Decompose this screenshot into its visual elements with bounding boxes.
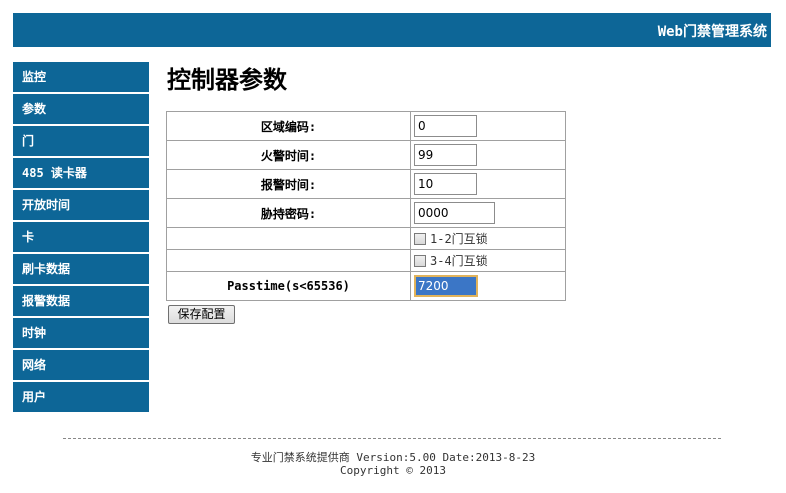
sidebar-item-open-time[interactable]: 开放时间 <box>13 190 149 220</box>
footer-version-text: 专业门禁系统提供商 Version:5.00 Date:2013-8-23 <box>250 451 536 464</box>
page-title: 控制器参数 <box>167 65 287 94</box>
table-row: 报警时间: <box>166 169 566 199</box>
alarm-time-label: 报警时间: <box>166 169 411 199</box>
sidebar-item-485-reader[interactable]: 485 读卡器 <box>13 158 149 188</box>
table-row: 胁持密码: <box>166 198 566 228</box>
interlock-3-4-label: 3-4门互锁 <box>430 254 488 268</box>
footer: 专业门禁系统提供商 Version:5.00 Date:2013-8-23 Co… <box>0 451 786 477</box>
sidebar-item-cards[interactable]: 卡 <box>13 222 149 252</box>
duress-password-label: 胁持密码: <box>166 198 411 228</box>
table-row: 1-2门互锁 <box>166 227 566 250</box>
sidebar-item-swipe-data[interactable]: 刷卡数据 <box>13 254 149 284</box>
save-config-button[interactable]: 保存配置 <box>168 305 235 324</box>
table-row: 区域编码: <box>166 111 566 141</box>
footer-copyright-text: Copyright © 2013 <box>340 464 446 477</box>
area-code-input[interactable] <box>414 115 477 137</box>
interlock-1-2-label: 1-2门互锁 <box>430 232 488 246</box>
interlock-3-4-checkbox[interactable] <box>414 254 426 267</box>
fire-alarm-time-label: 火警时间: <box>166 140 411 170</box>
sidebar-item-parameters[interactable]: 参数 <box>13 94 149 124</box>
passtime-label: Passtime(s<65536) <box>166 271 411 301</box>
interlock-1-2-option[interactable]: 1-2门互锁 <box>414 230 565 247</box>
app-title: Web门禁管理系统 <box>657 24 767 40</box>
sidebar-item-alarm-data[interactable]: 报警数据 <box>13 286 149 316</box>
sidebar-item-doors[interactable]: 门 <box>13 126 149 156</box>
fire-alarm-time-input[interactable] <box>414 144 477 166</box>
duress-password-input[interactable] <box>414 202 495 224</box>
sidebar-item-monitor[interactable]: 监控 <box>13 62 149 92</box>
sidebar-nav: 监控 参数 门 485 读卡器 开放时间 卡 刷卡数据 报警数据 时钟 网络 用… <box>13 62 149 414</box>
sidebar-item-network[interactable]: 网络 <box>13 350 149 380</box>
parameters-table: 区域编码: 火警时间: 报警时间: 胁持密码: 1-2门互锁 <box>166 111 566 301</box>
sidebar-item-users[interactable]: 用户 <box>13 382 149 412</box>
interlock-1-2-checkbox[interactable] <box>414 232 426 245</box>
interlock-3-4-option[interactable]: 3-4门互锁 <box>414 252 565 269</box>
passtime-input[interactable] <box>414 275 478 297</box>
table-row: 火警时间: <box>166 140 566 170</box>
footer-divider <box>63 438 721 439</box>
area-code-label: 区域编码: <box>166 111 411 141</box>
alarm-time-input[interactable] <box>414 173 477 195</box>
sidebar-item-clock[interactable]: 时钟 <box>13 318 149 348</box>
table-row: 3-4门互锁 <box>166 249 566 272</box>
table-row: Passtime(s<65536) <box>166 271 566 301</box>
app-header: Web门禁管理系统 <box>13 13 771 47</box>
